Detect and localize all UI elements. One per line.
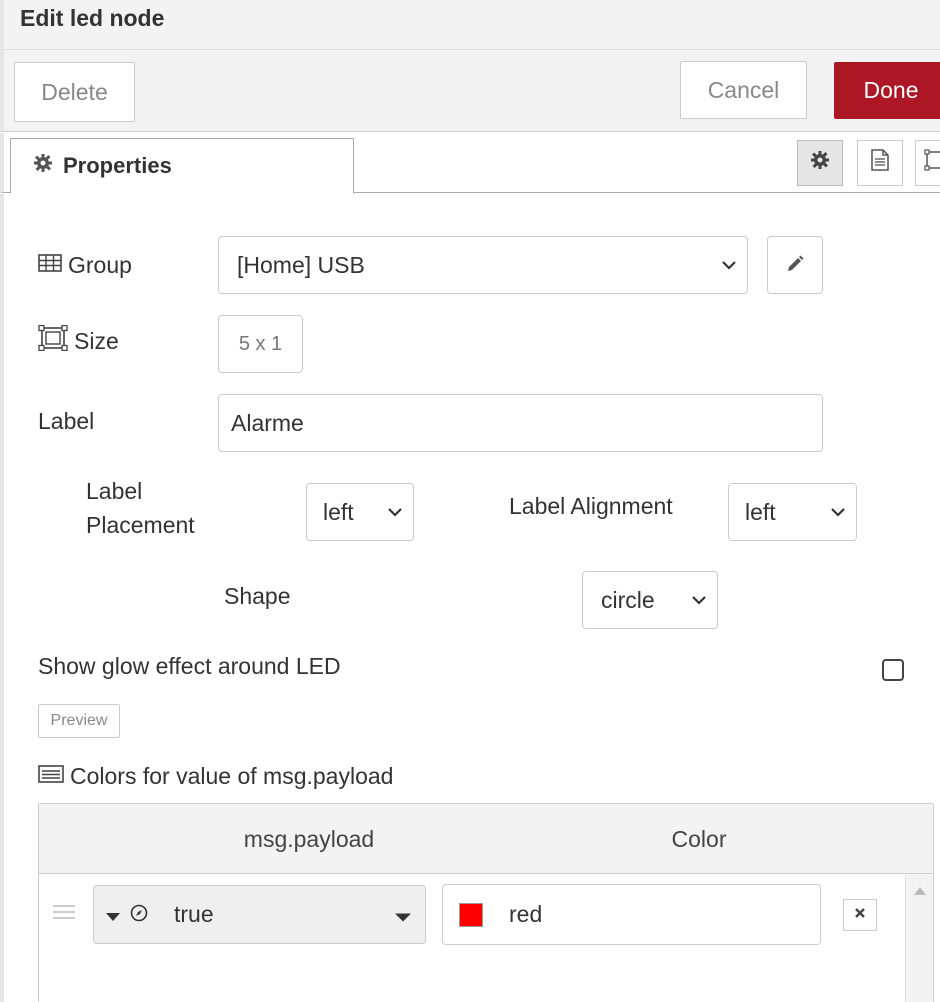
label-placement-select[interactable]: left	[306, 483, 414, 541]
shape-select[interactable]: circle	[582, 571, 718, 629]
color-input[interactable]: red	[442, 884, 821, 945]
resize-icon	[38, 324, 68, 357]
column-header-payload: msg.payload	[243, 825, 375, 852]
colors-table: msg.payload Color true red	[38, 803, 934, 1002]
chevron-down-icon	[830, 504, 846, 520]
properties-panel: Group [Home] USB Size 5 x 1 Label Alarme…	[0, 194, 940, 1002]
tab-label: Properties	[63, 153, 172, 178]
gear-icon	[810, 150, 830, 176]
chevron-down-icon	[691, 592, 707, 608]
label-input[interactable]: Alarme	[218, 394, 823, 452]
label-placement-label: Label Placement	[86, 478, 195, 538]
tab-description-icon-button[interactable]	[857, 140, 903, 186]
label-label: Label	[38, 407, 95, 434]
glow-label: Show glow effect around LED	[38, 652, 341, 679]
color-value: red	[509, 901, 543, 927]
size-label: Size	[74, 327, 119, 354]
dialog-toolbar: Delete Cancel Done	[0, 50, 940, 132]
glow-checkbox[interactable]	[882, 659, 904, 681]
pencil-icon	[786, 252, 804, 279]
group-value: [Home] USB	[237, 251, 365, 278]
colors-table-header: msg.payload Color	[39, 804, 933, 874]
layout-icon	[924, 149, 940, 177]
tab-properties-icon-button[interactable]	[797, 140, 843, 186]
dialog-titlebar: Edit led node	[0, 0, 940, 50]
chevron-down-icon	[721, 257, 737, 273]
drag-handle-icon[interactable]	[53, 905, 75, 921]
colors-heading: Colors for value of msg.payload	[38, 761, 393, 791]
chevron-down-icon	[387, 504, 403, 520]
table-icon	[38, 252, 62, 279]
label-alignment-label: Label Alignment	[509, 492, 673, 519]
gear-icon	[33, 153, 53, 179]
shape-label: Shape	[224, 582, 291, 609]
payload-value: true	[174, 901, 214, 927]
done-button[interactable]: Done	[834, 62, 940, 119]
label-alignment-select[interactable]: left	[728, 483, 857, 541]
group-label: Group	[68, 251, 132, 278]
tab-properties[interactable]: Properties	[10, 138, 354, 194]
color-swatch[interactable]	[459, 902, 483, 927]
caret-down-icon	[395, 901, 411, 928]
group-row-label: Group	[38, 250, 132, 280]
edit-group-button[interactable]	[767, 236, 823, 294]
group-select[interactable]: [Home] USB	[218, 236, 748, 294]
close-icon	[854, 906, 866, 924]
preview-button[interactable]: Preview	[38, 704, 120, 738]
tab-appearance-icon-button[interactable]	[915, 140, 940, 186]
scroll-up-icon[interactable]	[914, 887, 926, 895]
payload-typed-input[interactable]: true	[93, 885, 426, 944]
caret-down-icon[interactable]	[106, 901, 120, 928]
remove-row-button[interactable]	[843, 899, 877, 931]
delete-button[interactable]: Delete	[14, 62, 135, 122]
tab-bar: Properties	[0, 133, 940, 194]
dialog-title: Edit led node	[20, 5, 165, 31]
compass-icon	[130, 901, 148, 928]
list-icon	[38, 763, 64, 790]
size-row-label: Size	[38, 324, 119, 357]
column-header-color: Color	[671, 825, 727, 852]
cancel-button[interactable]: Cancel	[680, 61, 807, 119]
size-button[interactable]: 5 x 1	[218, 315, 303, 373]
table-scrollbar[interactable]	[905, 875, 933, 1002]
document-icon	[871, 149, 889, 177]
colors-table-body: true red	[39, 875, 933, 1002]
